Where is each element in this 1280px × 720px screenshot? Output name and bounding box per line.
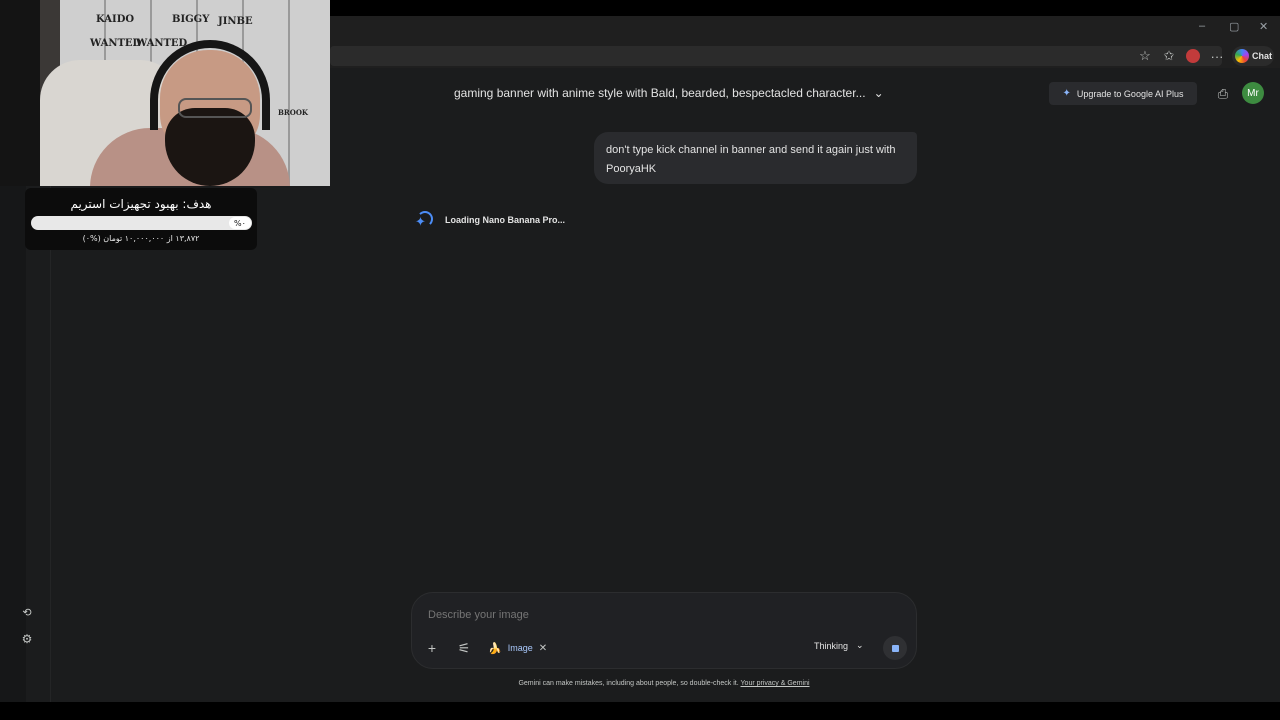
tools-sliders-icon[interactable]: ⚟	[456, 640, 472, 656]
goal-progress-track	[31, 216, 252, 230]
minimize-button[interactable]: –	[1199, 20, 1205, 32]
poster-label: BROOK	[278, 108, 309, 117]
conversation-title: gaming banner with anime style with Bald…	[454, 86, 866, 100]
chevron-down-icon: ⌄	[856, 640, 864, 650]
mode-selector[interactable]: Thinking ⌄	[814, 640, 864, 651]
bookmark-star-icon[interactable]: ☆	[1137, 48, 1153, 64]
user-message-bubble: don't type kick channel in banner and se…	[594, 132, 917, 184]
maximize-button[interactable]: ▢	[1229, 20, 1239, 33]
gemini-spark-icon: ✦	[415, 211, 433, 229]
stop-icon	[891, 644, 899, 652]
copilot-chat-button[interactable]: Chat	[1232, 46, 1274, 66]
privacy-link[interactable]: Your privacy & Gemini	[741, 680, 810, 687]
mode-label: Thinking	[814, 640, 849, 651]
webcam-dark-area	[0, 0, 40, 186]
favorites-icon[interactable]: ✩	[1161, 48, 1177, 64]
goal-subtitle: ۱۳,۸۷۲ از ۱۰,۰۰۰,۰۰۰ تومان (%۰)	[82, 234, 200, 243]
webcam-overlay: KAIDO BIGGY JINBE WANTED WANTED BROOK	[0, 0, 330, 186]
disclaimer-text: Gemini can make mistakes, including abou…	[518, 680, 739, 687]
copilot-icon	[1235, 49, 1249, 63]
sparkle-icon: ✦	[1062, 88, 1071, 99]
remove-chip-icon[interactable]: ✕	[539, 643, 547, 654]
add-icon[interactable]: +	[424, 640, 440, 656]
image-tool-chip[interactable]: 🍌 Image ✕	[488, 639, 547, 657]
model-loading-row: ✦ Loading Nano Banana Pro...	[415, 211, 566, 229]
close-window-button[interactable]: ✕	[1259, 20, 1268, 33]
chevron-down-icon: ⌄	[873, 86, 884, 100]
history-icon[interactable]: ⟲	[19, 604, 35, 620]
banana-icon: 🍌	[488, 642, 502, 655]
stop-generation-button[interactable]	[883, 636, 907, 660]
loading-text: Loading Nano Banana Pro...	[445, 215, 566, 225]
goal-title: هدف: بهبود تجهیزات استریم	[70, 197, 212, 211]
avatar[interactable]: Mr	[1242, 82, 1264, 104]
poster-label: WANTED	[90, 38, 142, 49]
more-menu-icon[interactable]: ···	[1209, 48, 1225, 64]
profile-icon[interactable]	[1185, 48, 1201, 64]
bottom-border	[0, 702, 1280, 720]
poster-label: JINBE	[218, 16, 253, 27]
poster-label: BIGGY	[172, 14, 210, 25]
chat-label: Chat	[1252, 51, 1272, 61]
prompt-input[interactable]	[426, 606, 830, 624]
upgrade-button[interactable]: ✦ Upgrade to Google AI Plus	[1049, 82, 1197, 105]
settings-gear-icon[interactable]: ⚙	[19, 631, 35, 647]
disclaimer: Gemini can make mistakes, including abou…	[0, 680, 1280, 687]
poster-label: KAIDO	[96, 14, 135, 25]
prompt-composer	[411, 592, 917, 669]
upgrade-label: Upgrade to Google AI Plus	[1076, 88, 1184, 99]
conversation-title-button[interactable]: gaming banner with anime style with Bald…	[454, 86, 884, 100]
image-chip-label: Image	[507, 643, 533, 653]
address-bar[interactable]	[330, 46, 1222, 66]
print-icon[interactable]: ⎙	[1215, 86, 1231, 102]
goal-percent-badge: %۰	[229, 217, 251, 229]
